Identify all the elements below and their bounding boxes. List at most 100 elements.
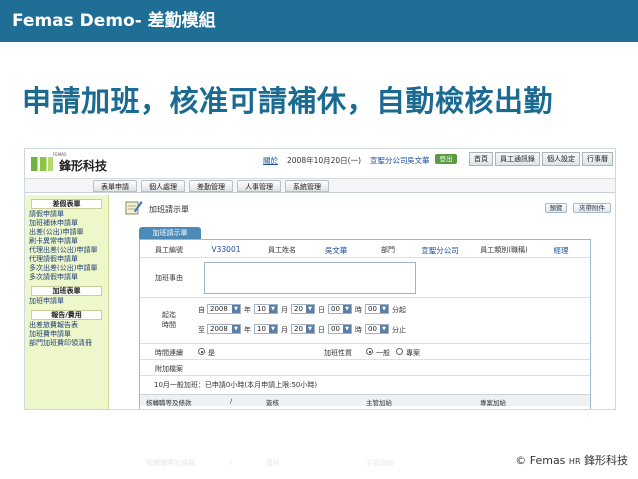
- reason-row: 加班事由: [140, 258, 590, 298]
- end-hour-select[interactable]: 00 ▼: [328, 324, 352, 334]
- sidebar-item[interactable]: 部門加班費印領清冊: [25, 339, 108, 348]
- continuous-row: 時間連續 是 加班性質 一般 專案: [140, 344, 590, 360]
- start-year-select[interactable]: 2008 ▼: [207, 304, 241, 314]
- reflection-text: /: [230, 458, 233, 466]
- minute-end-unit: 分止: [392, 326, 406, 334]
- sidebar-item[interactable]: 刷卡異常申請單: [25, 237, 108, 246]
- end-year-value: 2008: [210, 325, 228, 333]
- copyright-text: © Femas: [515, 454, 566, 467]
- continuous-yes-radio[interactable]: [198, 348, 205, 355]
- period-label-line2: 時間: [162, 321, 176, 329]
- end-minute-select[interactable]: 00 ▼: [365, 324, 389, 334]
- reflection-text: 主管加給: [366, 459, 394, 467]
- tab-directory[interactable]: 員工通訊錄: [495, 152, 540, 166]
- emp-no-value: V33001: [211, 245, 241, 254]
- day-unit: 日: [318, 306, 325, 314]
- logout-button[interactable]: 登出: [435, 154, 457, 164]
- employee-info-row: 員工編號 V33001 員工姓名 吳文華 部門 宣聖分公司 員工類別(職稱) 經…: [140, 240, 590, 258]
- end-year-select[interactable]: 2008 ▼: [207, 324, 241, 334]
- company-logo-icon: [31, 157, 53, 171]
- sidebar-item[interactable]: 加班補休申請單: [25, 219, 108, 228]
- sidebar-item[interactable]: 多次出差(公出)申請單: [25, 264, 108, 273]
- day-unit: 日: [318, 326, 325, 334]
- tab-personal-settings[interactable]: 個人設定: [542, 152, 580, 166]
- approval-col-grade: 核轉職等及條款: [146, 399, 192, 407]
- banner-title: Femas Demo- 差勤模組: [12, 11, 216, 31]
- start-day-value: 20: [294, 305, 303, 313]
- copyright-brand: 鋒形科技: [584, 454, 628, 467]
- attach-file-button[interactable]: 夾帶附件: [573, 203, 611, 213]
- nature-project-radio[interactable]: [396, 348, 403, 355]
- start-month-select[interactable]: 10 ▼: [254, 304, 278, 314]
- top-tab-group: 首頁 員工通訊錄 個人設定 行事曆: [469, 152, 613, 166]
- menu-system[interactable]: 系統管理: [285, 180, 329, 192]
- chevron-down-icon: ▼: [306, 325, 314, 333]
- current-date: 2008年10月20日(一): [287, 156, 362, 165]
- app-window: FEMAS 鋒形科技 關於 2008年10月20日(一) 宣聖分公司 吳文華 登…: [24, 148, 616, 410]
- emp-name-value: 吳文華: [324, 246, 348, 255]
- chevron-down-icon: ▼: [380, 325, 388, 333]
- end-day-select[interactable]: 20 ▼: [291, 324, 315, 334]
- reason-label: 加班事由: [155, 274, 183, 282]
- chevron-down-icon: ▼: [306, 305, 314, 313]
- current-user[interactable]: 吳文華: [407, 155, 430, 166]
- continuous-yes-label: 是: [208, 349, 215, 357]
- about-link[interactable]: 關於: [263, 155, 278, 166]
- sidebar-item[interactable]: 請假申請單: [25, 210, 108, 219]
- period-row: 起迄 時間 自 2008 ▼ 年 10 ▼ 月 20 ▼ 日 00 ▼ 時 00 ▼ 分起…: [140, 298, 590, 344]
- ot-nature-label: 加班性質: [324, 349, 352, 357]
- sidebar: 差假表單 請假申請單 加班補休申請單 出差(公出)申請單 刷卡異常申請單 代理出…: [25, 195, 109, 409]
- current-company[interactable]: 宣聖分公司: [370, 155, 408, 166]
- tab-home[interactable]: 首頁: [469, 152, 493, 166]
- minute-start-unit: 分起: [392, 306, 406, 314]
- menu-personal[interactable]: 個人處理: [141, 180, 185, 192]
- year-unit: 年: [244, 306, 251, 314]
- sidebar-item[interactable]: 代理出差(公出)申請單: [25, 246, 108, 255]
- end-month-value: 10: [257, 325, 266, 333]
- overtime-form: 員工編號 V33001 員工姓名 吳文華 部門 宣聖分公司 員工類別(職稱) 經…: [139, 239, 591, 409]
- chevron-down-icon: ▼: [269, 305, 277, 313]
- copyright-hr: HR: [568, 457, 581, 466]
- sidebar-item[interactable]: 加班費申請單: [25, 330, 108, 339]
- chevron-down-icon: ▼: [343, 305, 351, 313]
- nature-normal-radio[interactable]: [366, 348, 373, 355]
- tab-overtime-request[interactable]: 加班請示單: [139, 227, 201, 239]
- sidebar-item[interactable]: 多次請假申請單: [25, 273, 108, 282]
- sidebar-item[interactable]: 加班申請單: [25, 297, 108, 306]
- sidebar-item[interactable]: 出差(公出)申請單: [25, 228, 108, 237]
- sidebar-item[interactable]: 代理請假申請單: [25, 255, 108, 264]
- sidebar-section-overtime: 加班表單: [31, 286, 102, 296]
- menu-attendance[interactable]: 差勤管理: [189, 180, 233, 192]
- slide-banner: Femas Demo- 差勤模組: [0, 0, 638, 42]
- tab-calendar[interactable]: 行事曆: [582, 152, 613, 166]
- end-day-value: 20: [294, 325, 303, 333]
- sidebar-section-leave: 差假表單: [31, 199, 102, 209]
- attachment-row: 附加檔案: [140, 360, 590, 376]
- approval-col-sep: /: [230, 397, 233, 405]
- emp-type-value: 經理: [553, 246, 569, 255]
- start-hour-select[interactable]: 00 ▼: [328, 304, 352, 314]
- sidebar-section-reports: 報告/費用: [31, 310, 102, 320]
- reason-textarea[interactable]: [204, 262, 416, 294]
- emp-no-label: 員工編號: [155, 246, 183, 254]
- preview-button[interactable]: 預覽: [545, 203, 567, 213]
- chevron-down-icon: ▼: [232, 305, 240, 313]
- menu-form-apply[interactable]: 表單申請: [93, 180, 137, 192]
- start-minute-value: 00: [368, 305, 377, 313]
- menu-hr[interactable]: 人事管理: [237, 180, 281, 192]
- dept-label: 部門: [381, 246, 395, 254]
- start-minute-select[interactable]: 00 ▼: [365, 304, 389, 314]
- dept-value: 宣聖分公司: [421, 246, 459, 255]
- period-label-line1: 起迄: [162, 311, 176, 319]
- menu-bar: 表單申請 個人處理 差勤管理 人事管理 系統管理: [25, 179, 615, 193]
- app-header: FEMAS 鋒形科技 關於 2008年10月20日(一) 宣聖分公司 吳文華 登…: [25, 149, 615, 179]
- hour-unit: 時: [355, 306, 362, 314]
- approval-col-supervisor: 主管加給: [366, 399, 392, 407]
- continuous-label: 時間連續: [155, 349, 183, 357]
- reflection-text: 簽核: [266, 459, 280, 467]
- sidebar-item[interactable]: 出差旅費報告表: [25, 321, 108, 330]
- overtime-quota-notice: 10月一般加班：已申請0小時(本月申請上限:50小時): [154, 381, 318, 389]
- end-month-select[interactable]: 10 ▼: [254, 324, 278, 334]
- from-label: 自: [198, 306, 205, 314]
- start-day-select[interactable]: 20 ▼: [291, 304, 315, 314]
